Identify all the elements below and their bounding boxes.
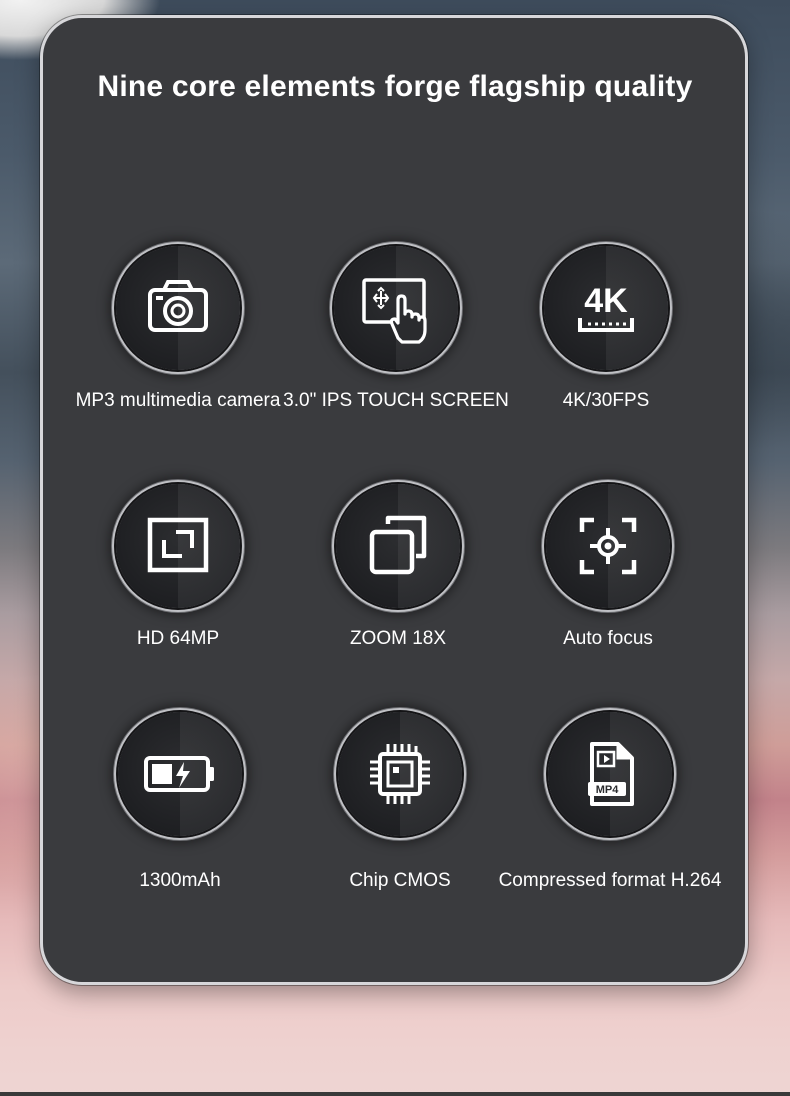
page-title: Nine core elements forge flagship qualit… xyxy=(97,70,693,103)
icon-disc xyxy=(116,484,240,608)
feature-item-mp4: MP4 Compressed format H.264 xyxy=(490,712,730,912)
icon-disc xyxy=(336,484,460,608)
icon-disc xyxy=(118,712,242,836)
feature-label: Auto focus xyxy=(563,628,653,649)
icon-disc: 4K xyxy=(544,246,668,370)
svg-text:MP4: MP4 xyxy=(596,784,620,796)
feature-item-4k: 4K 4K/30FPS xyxy=(486,246,726,446)
zoom-icon xyxy=(369,515,427,575)
camera-icon xyxy=(148,280,208,332)
icon-disc: MP4 xyxy=(548,712,672,836)
feature-item-touch-screen: 3.0" IPS TOUCH SCREEN xyxy=(276,246,516,446)
frame-icon xyxy=(147,517,209,573)
icon-disc xyxy=(116,246,240,370)
mp4-file-icon: MP4 xyxy=(588,742,634,806)
feature-label: 4K/30FPS xyxy=(562,390,650,411)
icon-disc xyxy=(334,246,458,370)
feature-item-camera: MP3 multimedia camera xyxy=(58,246,298,446)
focus-icon xyxy=(579,517,637,575)
icon-disc xyxy=(546,484,670,608)
bottom-divider xyxy=(0,1092,790,1096)
feature-item-zoom: ZOOM 18X xyxy=(278,484,518,684)
battery-icon xyxy=(144,756,214,792)
4k-icon: 4K xyxy=(578,282,634,332)
svg-text:4K: 4K xyxy=(584,282,628,320)
feature-item-focus: Auto focus xyxy=(488,484,728,684)
touch-screen-icon xyxy=(362,278,427,344)
feature-label: Compressed format H.264 xyxy=(498,870,722,891)
icon-disc xyxy=(338,712,462,836)
chip-icon xyxy=(370,744,430,804)
feature-item-hd: HD 64MP xyxy=(58,484,298,684)
